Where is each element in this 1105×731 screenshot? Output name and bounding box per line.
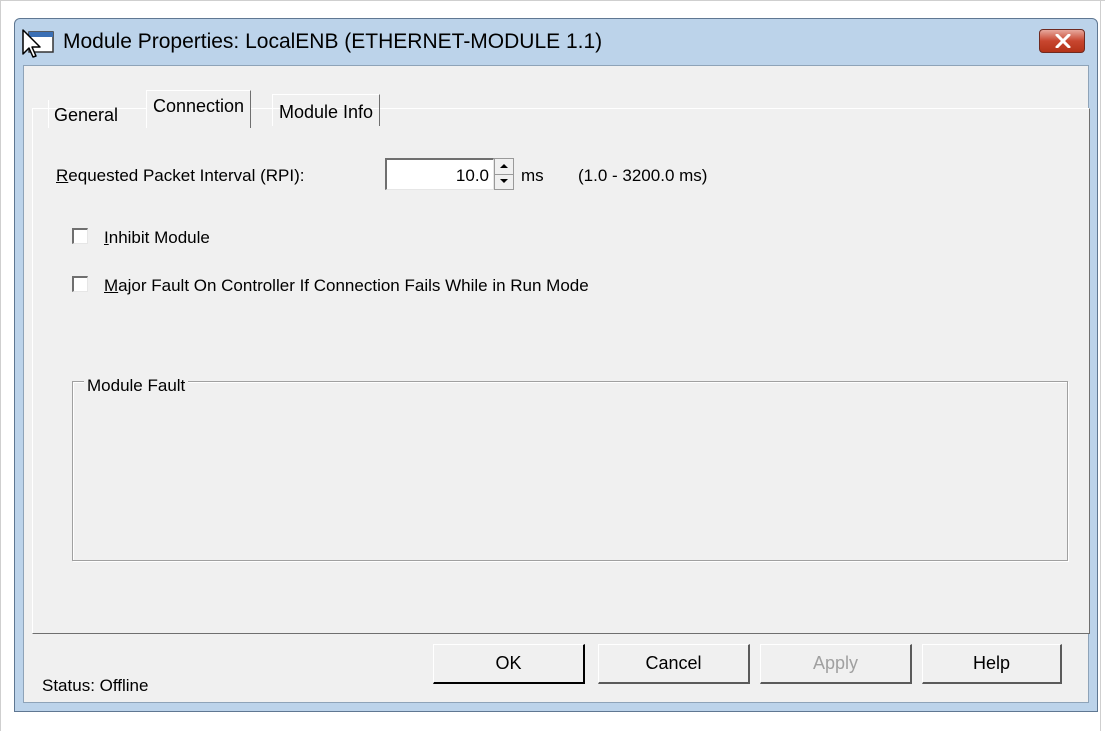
inhibit-module-label[interactable]: Inhibit Module	[104, 228, 210, 248]
spin-down-icon[interactable]	[495, 175, 513, 189]
rpi-input[interactable]: 10.0	[385, 158, 494, 190]
rpi-label-mnemonic: R	[56, 166, 69, 185]
help-button[interactable]: Help	[922, 644, 1062, 684]
tab-module-info[interactable]: Module Info	[272, 94, 381, 126]
module-properties-app-icon	[22, 29, 54, 58]
major-fault-label[interactable]: Major Fault On Controller If Connection …	[104, 276, 589, 296]
ok-button[interactable]: OK	[433, 644, 585, 684]
rpi-label: Requested Packet Interval (RPI):	[56, 166, 305, 186]
rpi-unit: ms	[521, 166, 544, 185]
module-fault-title: Module Fault	[84, 376, 189, 396]
tab-connection-label: Connection	[153, 96, 245, 116]
rpi-value: 10.0	[455, 166, 489, 185]
tab-general-label: General	[54, 105, 119, 125]
tab-module-info-label: Module Info	[279, 102, 374, 122]
window-title: Module Properties: LocalENB (ETHERNET-MO…	[63, 30, 603, 53]
rpi-range: (1.0 - 3200.0 ms)	[578, 166, 708, 185]
outer-frame-left	[0, 0, 1, 731]
title-bar[interactable]: Module Properties: LocalENB (ETHERNET-MO…	[15, 19, 1097, 65]
major-fault-checkbox[interactable]	[72, 276, 88, 292]
inhibit-module-checkbox[interactable]	[72, 228, 88, 244]
spin-up-icon[interactable]	[495, 159, 513, 175]
outer-frame-top	[0, 0, 1105, 1]
close-icon	[1055, 34, 1071, 48]
tab-connection[interactable]: Connection	[146, 90, 252, 128]
apply-button[interactable]: Apply	[760, 644, 912, 684]
rpi-spinner[interactable]	[494, 158, 514, 190]
rpi-label-text: equested Packet Interval (RPI):	[68, 166, 305, 185]
status-text: Status: Offline	[42, 676, 149, 695]
inhibit-module-text: nhibit Module	[108, 228, 210, 247]
major-fault-text: ajor Fault On Controller If Connection F…	[118, 276, 589, 295]
outer-frame-right	[1100, 0, 1101, 731]
module-fault-groupbox	[72, 381, 1068, 561]
close-button[interactable]	[1039, 29, 1085, 53]
major-fault-mnemonic: M	[104, 276, 119, 295]
cancel-button[interactable]: Cancel	[598, 644, 750, 684]
tab-general[interactable]: General	[48, 100, 124, 128]
